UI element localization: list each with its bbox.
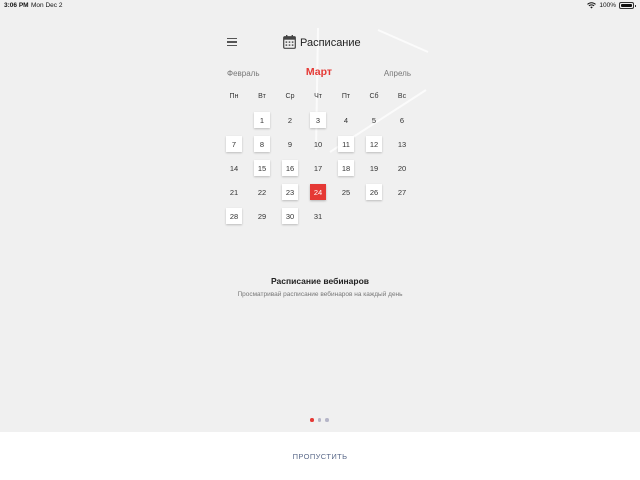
status-indicators: 100% [587, 2, 636, 9]
onboarding-title: Расписание вебинаров [270, 276, 370, 286]
calendar-day[interactable]: 21 [226, 184, 242, 200]
page-indicator [310, 418, 329, 422]
calendar-day[interactable]: 2 [282, 112, 298, 128]
weekday-label: Чт [314, 93, 322, 100]
battery-percent: 100% [599, 2, 616, 9]
weekday-label: Ср [285, 93, 295, 100]
calendar-day[interactable]: 22 [254, 184, 270, 200]
calendar-day[interactable]: 28 [226, 208, 242, 224]
weekday-label: Пн [229, 93, 239, 100]
weekday-header-row: Пн Вт Ср Чт Пт Сб Вс [220, 93, 416, 103]
calendar-day[interactable]: 10 [310, 136, 326, 152]
battery-level [621, 4, 632, 7]
calendar-day[interactable]: 9 [282, 136, 298, 152]
calendar-day[interactable]: 3 [310, 112, 326, 128]
calendar-day[interactable]: 16 [282, 160, 298, 176]
skip-button[interactable]: ПРОПУСТИТЬ [270, 448, 370, 464]
calendar-grid: 1 2 3 4 5 6 7 8 9 10 11 12 13 14 15 16 17 18 19 20 21 22 23 24 2… [220, 110, 416, 230]
month-next[interactable]: Апрель [384, 69, 411, 78]
onboarding-subtitle: Просматривай расписание вебинаров на каж… [237, 291, 403, 298]
status-date: Mon Dec 2 [31, 2, 63, 9]
status-time: 3:06 PM [4, 2, 29, 9]
calendar-day[interactable]: 5 [366, 112, 382, 128]
calendar-day[interactable]: 8 [254, 136, 270, 152]
page-dot [317, 418, 321, 422]
weekday-label: Пт [341, 93, 351, 100]
page-dot [310, 418, 314, 422]
calendar-day[interactable]: 4 [338, 112, 354, 128]
calendar-day[interactable]: 27 [394, 184, 410, 200]
calendar-icon [283, 35, 296, 49]
calendar-day[interactable]: 1 [254, 112, 270, 128]
calendar-day[interactable]: 30 [282, 208, 298, 224]
calendar-day[interactable]: 23 [282, 184, 298, 200]
month-navigation: Март Февраль Апрель [216, 64, 426, 80]
calendar-day[interactable]: 6 [394, 112, 410, 128]
calendar-day[interactable]: 7 [226, 136, 242, 152]
calendar-day[interactable]: 29 [254, 208, 270, 224]
hamburger-menu-icon[interactable] [227, 38, 237, 46]
weekday-label: Вс [397, 93, 407, 100]
calendar-day-today[interactable]: 24 [310, 184, 326, 200]
bottom-bar: ПРОПУСТИТЬ [0, 432, 640, 480]
status-bar: 3:06 PM Mon Dec 2 100% [0, 0, 640, 11]
calendar-day[interactable]: 17 [310, 160, 326, 176]
weekday-label: Вт [258, 93, 266, 100]
calendar-day[interactable]: 11 [338, 136, 354, 152]
header: Расписание [226, 34, 416, 52]
weekday-label: Сб [369, 93, 379, 100]
month-prev[interactable]: Февраль [227, 69, 260, 78]
battery-icon [619, 2, 636, 9]
calendar-day[interactable]: 12 [366, 136, 382, 152]
calendar-day[interactable]: 31 [310, 208, 326, 224]
calendar-day[interactable]: 20 [394, 160, 410, 176]
calendar-day[interactable]: 18 [338, 160, 354, 176]
calendar-day[interactable]: 13 [394, 136, 410, 152]
page-dot [325, 418, 329, 422]
page-title: Расписание [300, 37, 361, 49]
calendar-day[interactable]: 19 [366, 160, 382, 176]
calendar-day[interactable]: 25 [338, 184, 354, 200]
calendar-day[interactable]: 26 [366, 184, 382, 200]
wifi-icon [587, 2, 597, 9]
calendar-day[interactable]: 14 [226, 160, 242, 176]
calendar-day[interactable]: 15 [254, 160, 270, 176]
